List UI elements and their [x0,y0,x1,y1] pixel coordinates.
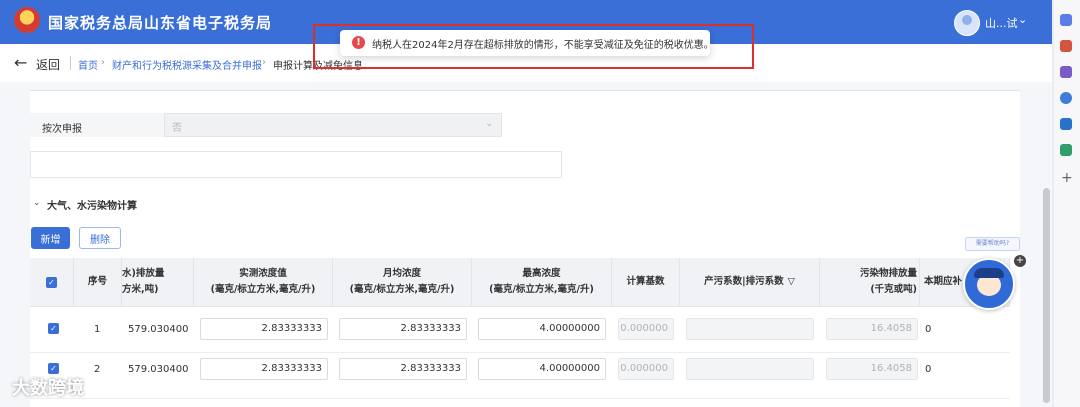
factor-input [686,358,814,380]
pollutant-input: 16.4058 [826,358,918,380]
max-input[interactable]: 4.00000000 [478,318,606,340]
current-payable: 0 [925,364,932,375]
base-input: 0.000000 [618,318,674,340]
vertical-scrollbar[interactable] [1043,188,1050,403]
row-checkbox[interactable]: ✓ [48,323,59,334]
select-value: 否 [172,123,182,134]
add-icon[interactable]: + [1061,170,1073,186]
column-header-max: 最高浓度 (毫克/标立方米,毫克/升) [472,258,612,307]
breadcrumb-separator: › [262,57,266,68]
monthly-input[interactable]: 2.83333333 [339,358,467,380]
column-header-emission: 水)排放量 方米,吨) [122,258,194,307]
column-header-measured: 实测浓度值 (毫克/标立方米,毫克/升) [194,258,333,307]
column-header-monthly: 月均浓度 (毫克/标立方米,毫克/升) [333,258,472,307]
filter-icon[interactable]: ▽ [788,274,795,290]
back-button[interactable]: 返回 [36,56,60,73]
row-seq: 2 [94,364,101,375]
monthly-input[interactable]: 2.83333333 [339,318,467,340]
chess-icon[interactable] [1060,66,1072,78]
empty-form-row [30,151,562,178]
breadcrumb-separator: › [101,57,105,68]
annotation-highlight-box [313,24,754,69]
app-icon[interactable] [1060,92,1072,104]
watermark: 大数跨境 [12,378,84,399]
factor-header-label: 产污系数|排污系数 [704,276,784,287]
measured-input[interactable]: 2.83333333 [200,358,328,380]
select-all-checkbox[interactable]: ✓ [46,276,57,288]
assistant-mascot-button[interactable] [963,258,1015,310]
current-payable: 0 [925,324,932,335]
measured-input[interactable]: 2.83333333 [200,318,328,340]
per-time-declaration-select[interactable] [164,113,502,137]
toolbox-icon[interactable] [1060,40,1072,52]
select-all-header: ✓ [30,258,74,307]
base-input: 0.000000 [618,358,674,380]
close-icon[interactable]: + [1014,255,1026,267]
help-link[interactable]: 需要帮助吗? [965,237,1020,251]
row-checkbox[interactable]: ✓ [48,363,59,374]
row-seq: 1 [94,324,101,335]
app-title: 国家税务总局山东省电子税务局 [48,14,273,32]
section-title: 大气、水污染物计算 [47,201,137,212]
outlook-icon[interactable] [1060,118,1072,130]
divider [30,90,1020,91]
tag-icon[interactable] [1060,14,1072,26]
breadcrumb-home[interactable]: 首页 [78,57,98,72]
user-avatar[interactable] [954,10,980,36]
add-button[interactable]: 新增 [31,227,70,249]
breadcrumb-source-collection[interactable]: 财产和行为税税源采集及合并申报 [112,57,262,72]
collapse-caret-icon[interactable]: ⌄ [33,198,41,208]
pollutant-input: 16.4058 [826,318,918,340]
emission-value[interactable]: 579.030400 [128,364,188,375]
back-arrow-icon[interactable]: ← [14,53,27,72]
factor-input [686,318,814,340]
column-header-base: 计算基数 [612,258,680,307]
chevron-down-icon[interactable]: ⌄ [1018,13,1027,26]
per-time-declaration-label: 按次申报 [42,124,82,135]
tax-emblem-icon [14,7,40,33]
max-input[interactable]: 4.00000000 [478,358,606,380]
divider [70,56,71,70]
user-name[interactable]: 山...试 [985,15,1018,31]
delete-button[interactable]: 删除 [79,227,121,249]
cart-icon[interactable] [1060,144,1072,156]
emission-value[interactable]: 579.030400 [128,324,188,335]
mascot-cap [974,268,1004,278]
column-header-pollutant: 污染物排放量 (千克或吨) [820,258,920,307]
column-header-factor: 产污系数|排污系数 ▽ [680,258,820,307]
browser-side-rail: + [1054,0,1080,407]
chevron-down-icon[interactable]: ⌄ [485,118,493,129]
pollutant-table: ✓ 序号 水)排放量 方米,吨) 实测浓度值 (毫克/标立方米,毫克/升) 月均… [30,258,1010,407]
column-header-seq: 序号 [74,258,122,307]
